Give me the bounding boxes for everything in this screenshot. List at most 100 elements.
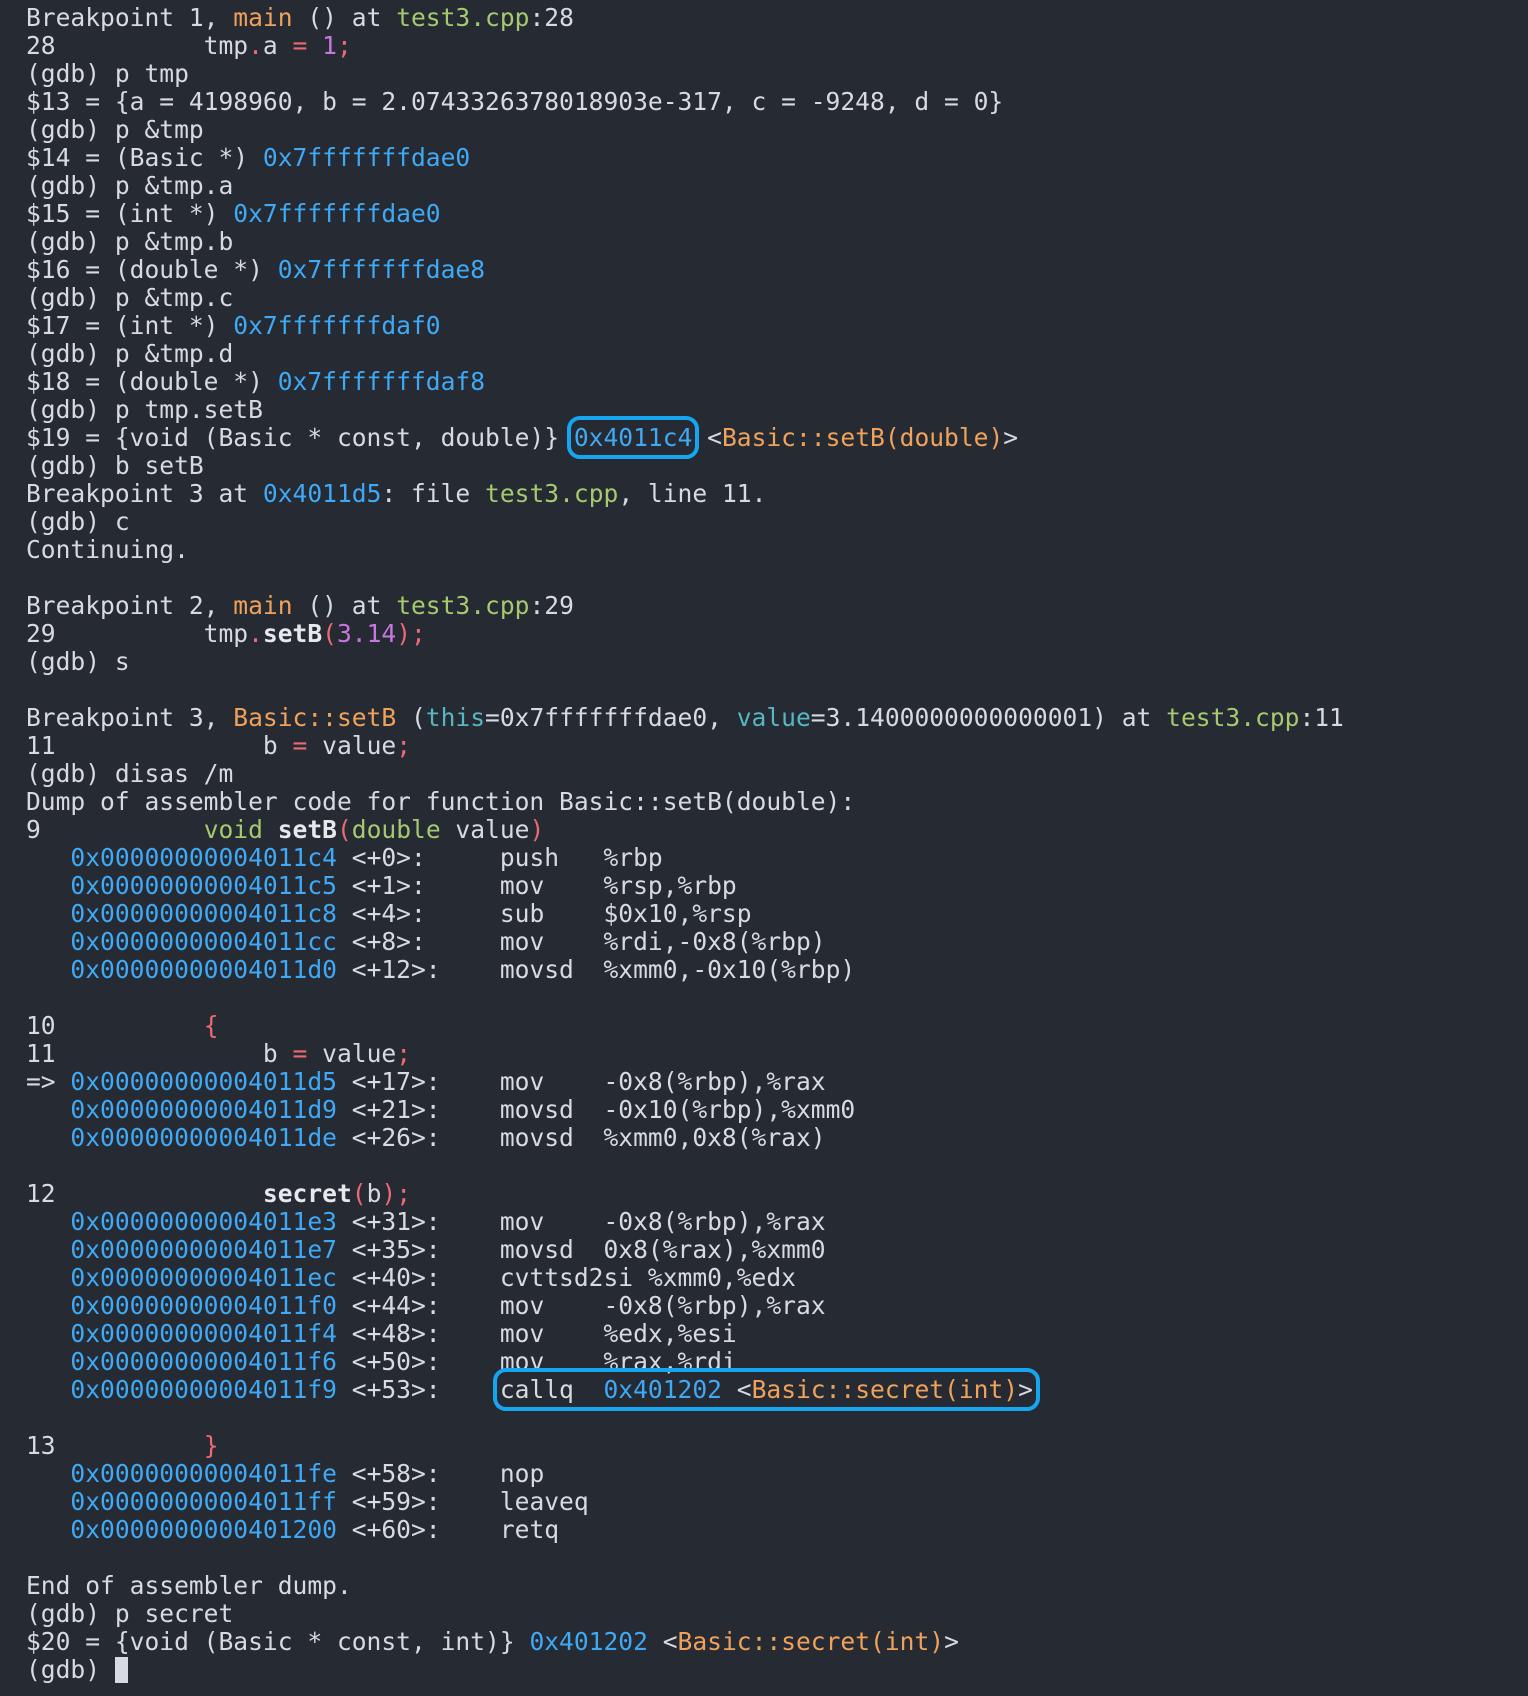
text-segment: (gdb) p &tmp.c	[26, 283, 234, 312]
terminal-line: 0x00000000004011d9 <+21>: movsd -0x10(%r…	[26, 1096, 1528, 1124]
terminal-line: 0x00000000004011f4 <+48>: mov %edx,%esi	[26, 1320, 1528, 1348]
memory-address: 0x00000000004011f9	[70, 1375, 337, 1404]
text-segment	[26, 1095, 70, 1124]
terminal-line: (gdb) p tmp	[26, 60, 1528, 88]
memory-address: 0x7fffffffdae0	[233, 199, 441, 228]
text-segment: (gdb)	[26, 1655, 115, 1684]
terminal-line: 10 {	[26, 1012, 1528, 1040]
text-segment: (gdb) p &tmp	[26, 115, 204, 144]
text-segment: $16 = (double *)	[26, 255, 278, 284]
text-segment	[26, 1319, 70, 1348]
terminal-line: 0x00000000004011f6 <+50>: mov %rax,%rdi	[26, 1348, 1528, 1376]
identifier: setB	[277, 815, 337, 844]
text-segment: <+17>: mov -0x8(%rbp),%rax	[336, 1067, 826, 1096]
memory-address: 0x00000000004011c8	[70, 899, 337, 928]
text-segment	[26, 1459, 70, 1488]
text-segment	[26, 1487, 70, 1516]
text-segment: Breakpoint 1,	[26, 3, 234, 32]
text-segment	[26, 899, 70, 928]
text-segment: , line 11.	[618, 479, 767, 508]
terminal-line: (gdb) p &tmp.a	[26, 172, 1528, 200]
memory-address: 0x7fffffffdaf0	[233, 311, 441, 340]
text-segment: $18 = (double *)	[26, 367, 278, 396]
memory-address: 0x00000000004011f4	[70, 1319, 337, 1348]
text-segment: Breakpoint 3 at	[26, 479, 263, 508]
text-segment: $17 = (int *)	[26, 311, 234, 340]
text-segment: =>	[26, 1067, 71, 1096]
text-segment: (gdb) p tmp.setB	[26, 395, 263, 424]
parameter-name: this	[425, 703, 486, 732]
text-segment: (gdb) disas /m	[26, 759, 234, 788]
memory-address: 0x00000000004011e3	[70, 1207, 337, 1236]
text-segment: 10	[26, 1011, 204, 1040]
memory-address: 0x00000000004011ff	[70, 1487, 337, 1516]
terminal-line: 9 void setB(double value)	[26, 816, 1528, 844]
terminal-line: 0x0000000000401200 <+60>: retq	[26, 1516, 1528, 1544]
text-segment: b	[366, 1179, 382, 1208]
text-segment: (gdb) s	[26, 647, 130, 676]
numeric-literal: 3.14	[336, 619, 397, 648]
text-segment: <+26>: movsd %xmm0,0x8(%rax)	[336, 1123, 826, 1152]
terminal-line: => 0x00000000004011d5 <+17>: mov -0x8(%r…	[26, 1068, 1528, 1096]
memory-address: 0x00000000004011c4	[70, 843, 337, 872]
terminal-line: (gdb)	[26, 1656, 1528, 1684]
text-segment: <+48>: mov %edx,%esi	[336, 1319, 737, 1348]
terminal-line: 0x00000000004011fe <+58>: nop	[26, 1460, 1528, 1488]
text-segment: 28 tmp	[26, 31, 249, 60]
terminal-line: 0x00000000004011e7 <+35>: movsd 0x8(%rax…	[26, 1236, 1528, 1264]
punctuation: ;	[336, 31, 352, 60]
terminal-line: 0x00000000004011e3 <+31>: mov -0x8(%rbp)…	[26, 1208, 1528, 1236]
text-segment: <+4>: sub $0x10,%rsp	[336, 899, 752, 928]
terminal-line: 11 b = value;	[26, 1040, 1528, 1068]
terminal-line: (gdb) p secret	[26, 1600, 1528, 1628]
text-segment: value	[440, 815, 530, 844]
text-segment: 9	[26, 815, 204, 844]
terminal-line: 13 }	[26, 1432, 1528, 1460]
memory-address: 0x00000000004011d5	[70, 1067, 337, 1096]
text-segment: :11	[1299, 703, 1344, 732]
text-segment: (gdb) p &tmp.a	[26, 171, 234, 200]
terminal-cursor[interactable]	[114, 1657, 128, 1683]
text-segment	[26, 1347, 70, 1376]
file-name: test3.cpp	[396, 591, 530, 620]
terminal-line: Breakpoint 3, Basic::setB (this=0x7fffff…	[26, 704, 1528, 732]
terminal-line: 28 tmp.a = 1;	[26, 32, 1528, 60]
text-segment: $20 = {void (Basic * const, int)}	[26, 1627, 530, 1656]
text-segment: <+1>: mov %rsp,%rbp	[336, 871, 737, 900]
text-segment: Breakpoint 2,	[26, 591, 234, 620]
memory-address: 0x00000000004011e7	[70, 1235, 337, 1264]
text-segment: : file	[381, 479, 486, 508]
file-name: test3.cpp	[485, 479, 619, 508]
highlighted-call-instruction: callq 0x401202 <Basic::secret(int)>	[492, 1368, 1040, 1411]
memory-address: 0x00000000004011de	[70, 1123, 337, 1152]
memory-address: 0x401202	[529, 1627, 648, 1656]
punctuation: );	[381, 1179, 412, 1208]
terminal-line: (gdb) s	[26, 648, 1528, 676]
punctuation: (	[336, 815, 352, 844]
text-segment: =3.1400000000000001) at	[810, 703, 1167, 732]
text-segment: $13 = {a = 4198960, b = 2.07433263780189…	[26, 87, 1004, 116]
text-segment: <+58>: nop	[336, 1459, 545, 1488]
text-segment: value	[307, 1039, 397, 1068]
text-segment: :28	[529, 3, 574, 32]
punctuation: =	[292, 731, 308, 760]
terminal-line: 0x00000000004011de <+26>: movsd %xmm0,0x…	[26, 1124, 1528, 1152]
text-segment: (gdb) c	[26, 507, 130, 536]
terminal-line: (gdb) c	[26, 508, 1528, 536]
text-segment: value	[307, 731, 397, 760]
terminal-line: 12 secret(b);	[26, 1180, 1528, 1208]
gdb-terminal-output[interactable]: Breakpoint 1, main () at test3.cpp:28 28 …	[0, 0, 1528, 1696]
function-name: Basic::secret(int)	[677, 1627, 945, 1656]
text-segment: 11 b	[26, 731, 293, 760]
text-segment: >	[1003, 423, 1019, 452]
terminal-line: $14 = (Basic *) 0x7fffffffdae0	[26, 144, 1528, 172]
text-segment	[26, 1291, 70, 1320]
text-segment: <+12>: movsd %xmm0,-0x10(%rbp)	[336, 955, 856, 984]
identifier: secret	[262, 1179, 352, 1208]
text-segment	[26, 843, 70, 872]
function-name: main	[233, 3, 293, 32]
text-segment	[26, 927, 70, 956]
memory-address: 0x0000000000401200	[70, 1515, 337, 1544]
